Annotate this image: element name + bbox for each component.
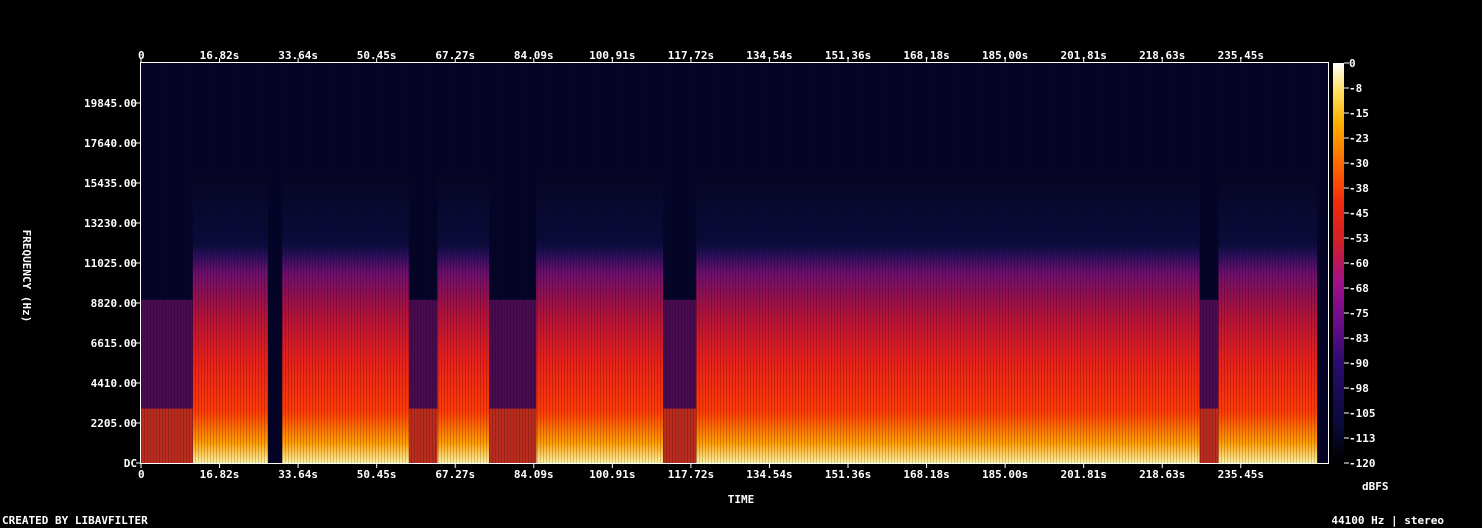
x-tick-label: 50.45s bbox=[357, 468, 397, 481]
y-axis-title: FREQUENCY (Hz) bbox=[20, 230, 33, 323]
colorbar-tick-label: -105 bbox=[1349, 407, 1376, 420]
colorbar-tick-label: -53 bbox=[1349, 232, 1369, 245]
x-tick-label: 16.82s bbox=[200, 468, 240, 481]
y-tick-label: 6615.00 bbox=[91, 337, 137, 350]
colorbar-tick-label: -68 bbox=[1349, 282, 1369, 295]
colorbar-tick-label: -8 bbox=[1349, 82, 1362, 95]
x-axis-title: TIME bbox=[728, 493, 755, 506]
spectrogram-figure: 0 16.82s 33.64s 50.45s 67.27s 84.09s 100.91s 11… bbox=[2, 49, 1444, 527]
x-tick-label: 218.63s bbox=[1139, 468, 1185, 481]
y-tick-label: 17640.00 bbox=[84, 137, 137, 150]
x-tick-label: 0 bbox=[138, 49, 145, 62]
x-tick-label: 0 bbox=[138, 468, 145, 481]
x-axis-bottom: 0 16.82s 33.64s 50.45s 67.27s 84.09s 100.91s 11… bbox=[138, 463, 1264, 481]
x-tick-label: 67.27s bbox=[435, 468, 475, 481]
x-tick-label: 33.64s bbox=[278, 468, 318, 481]
y-tick-label: 13230.00 bbox=[84, 217, 137, 230]
y-tick-label: 2205.00 bbox=[91, 417, 137, 430]
x-tick-label: 151.36s bbox=[825, 49, 871, 62]
colorbar bbox=[1333, 63, 1344, 463]
colorbar-tick-label: -90 bbox=[1349, 357, 1369, 370]
x-tick-label: 168.18s bbox=[903, 49, 949, 62]
x-tick-label: 16.82s bbox=[200, 49, 240, 62]
x-tick-label: 84.09s bbox=[514, 468, 554, 481]
colorbar-tick-label: -98 bbox=[1349, 382, 1369, 395]
y-tick-label: 19845.00 bbox=[84, 97, 137, 110]
colorbar-tick-label: -120 bbox=[1349, 457, 1376, 470]
colorbar-tick-label: -60 bbox=[1349, 257, 1369, 270]
colorbar-tick-label: -23 bbox=[1349, 132, 1369, 145]
colorbar-tick-label: -45 bbox=[1349, 207, 1369, 220]
colorbar-tick-label: -38 bbox=[1349, 182, 1369, 195]
colorbar-tick-label: -113 bbox=[1349, 432, 1376, 445]
x-tick-label: 50.45s bbox=[357, 49, 397, 62]
y-tick-label: 8820.00 bbox=[91, 297, 137, 310]
colorbar-tick-label: -83 bbox=[1349, 332, 1369, 345]
x-tick-label: 168.18s bbox=[903, 468, 949, 481]
y-tick-label: 15435.00 bbox=[84, 177, 137, 190]
x-tick-label: 185.00s bbox=[982, 468, 1028, 481]
colorbar-tick-label: -75 bbox=[1349, 307, 1369, 320]
x-tick-label: 67.27s bbox=[435, 49, 475, 62]
x-tick-label: 185.00s bbox=[982, 49, 1028, 62]
x-tick-label: 117.72s bbox=[668, 468, 714, 481]
x-tick-label: 235.45s bbox=[1218, 468, 1264, 481]
x-tick-label: 201.81s bbox=[1061, 468, 1107, 481]
colorbar-label: dBFS bbox=[1362, 480, 1389, 493]
x-tick-label: 151.36s bbox=[825, 468, 871, 481]
y-tick-label: DC bbox=[124, 457, 137, 470]
colorbar-ticks: 0 -8 -15 -23 -30 -38 -45 -53 -60 -68 -75 -83 -90 -98 -… bbox=[1344, 57, 1376, 470]
footer-credit: CREATED BY LIBAVFILTER bbox=[2, 514, 148, 527]
x-tick-label: 100.91s bbox=[589, 49, 635, 62]
x-tick-label: 100.91s bbox=[589, 468, 635, 481]
y-tick-label: 4410.00 bbox=[91, 377, 137, 390]
x-tick-label: 134.54s bbox=[746, 468, 792, 481]
colorbar-tick-label: -30 bbox=[1349, 157, 1369, 170]
footer-sample-info: 44100 Hz | stereo bbox=[1331, 514, 1444, 527]
texture-overlay bbox=[141, 63, 1328, 463]
x-tick-label: 235.45s bbox=[1218, 49, 1264, 62]
x-tick-label: 84.09s bbox=[514, 49, 554, 62]
x-tick-label: 134.54s bbox=[746, 49, 792, 62]
colorbar-tick-label: -15 bbox=[1349, 107, 1369, 120]
x-tick-label: 218.63s bbox=[1139, 49, 1185, 62]
x-tick-label: 201.81s bbox=[1061, 49, 1107, 62]
y-axis: DC 2205.00 4410.00 6615.00 8820.00 11025.00 13… bbox=[84, 97, 141, 470]
x-axis-top: 0 16.82s 33.64s 50.45s 67.27s 84.09s 100.91s 11… bbox=[138, 49, 1264, 63]
y-tick-label: 11025.00 bbox=[84, 257, 137, 270]
x-tick-label: 117.72s bbox=[668, 49, 714, 62]
colorbar-tick-label: 0 bbox=[1349, 57, 1356, 70]
x-tick-label: 33.64s bbox=[278, 49, 318, 62]
